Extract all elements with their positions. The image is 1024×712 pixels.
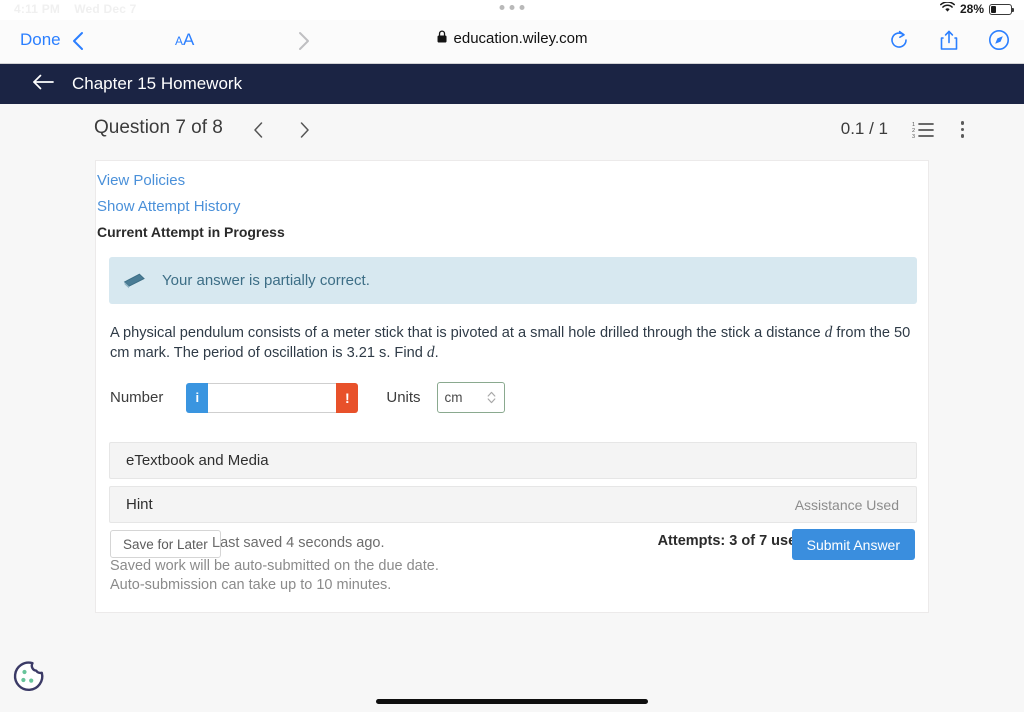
text-size-small-label: A xyxy=(175,34,184,48)
kebab-dot xyxy=(960,127,964,131)
alert-message: Your answer is partially correct. xyxy=(162,272,370,289)
next-question-icon[interactable] xyxy=(292,118,316,142)
question-text: A physical pendulum consists of a meter … xyxy=(110,323,915,363)
lock-icon xyxy=(437,30,448,47)
last-saved-label: Last saved 4 seconds ago. xyxy=(212,535,385,551)
submit-answer-button[interactable]: Submit Answer xyxy=(791,529,915,560)
kebab-menu-icon[interactable] xyxy=(955,119,971,140)
question-text-part3: . xyxy=(434,345,439,361)
auto-submission-note: Saved work will be auto-submitted on the… xyxy=(110,558,439,593)
units-select[interactable]: cm xyxy=(436,382,505,413)
save-for-later-button[interactable]: Save for Later xyxy=(110,530,221,558)
status-indicators: 28% xyxy=(940,1,1014,16)
question-variable-d: d xyxy=(426,344,435,361)
handle-dot xyxy=(509,5,515,10)
battery-percent: 28% xyxy=(959,2,984,16)
multitask-handle[interactable] xyxy=(499,5,525,10)
svg-text:3: 3 xyxy=(912,134,915,139)
panel-title: Hint xyxy=(126,496,153,513)
units-selected-value: cm xyxy=(444,390,463,405)
number-input-group: i ! xyxy=(186,382,359,413)
kebab-dot xyxy=(960,134,964,138)
number-label: Number xyxy=(110,389,164,406)
question-text-part1: A physical pendulum consists of a meter … xyxy=(110,325,825,341)
info-badge-icon[interactable]: i xyxy=(186,382,209,413)
eraser-icon xyxy=(122,272,148,289)
handle-dot xyxy=(499,5,505,10)
share-icon[interactable] xyxy=(938,29,960,56)
stepper-icon xyxy=(486,390,497,410)
error-badge-icon[interactable]: ! xyxy=(336,382,359,413)
question-toolbar: Question 7 of 8 0.1 / 1 1 2 3 xyxy=(0,104,1024,156)
answer-row: Number i ! Units cm xyxy=(110,382,505,413)
compass-icon[interactable] xyxy=(988,29,1010,56)
etextbook-and-media-panel[interactable]: eTextbook and Media xyxy=(109,442,917,479)
text-size-large-label: A xyxy=(183,30,195,49)
ios-status-bar: 4:11 PM Wed Dec 7 28% xyxy=(0,0,1024,20)
browser-actions xyxy=(888,29,1010,56)
assistance-used-label: Assistance Used xyxy=(794,496,899,513)
status-time-date: 4:11 PM Wed Dec 7 xyxy=(14,2,137,16)
question-card: View Policies Show Attempt History Curre… xyxy=(95,160,929,613)
app-header: Chapter 15 Homework xyxy=(0,64,1024,104)
question-score: 0.1 / 1 xyxy=(840,119,888,138)
browser-forward-icon xyxy=(290,28,316,54)
status-time: 4:11 PM xyxy=(14,2,61,16)
show-attempt-history-link[interactable]: Show Attempt History xyxy=(97,198,240,215)
ipad-safari-screen: 4:11 PM Wed Dec 7 28% Done AA education.… xyxy=(0,0,1024,712)
address-bar[interactable]: education.wiley.com xyxy=(437,30,588,47)
url-text: education.wiley.com xyxy=(453,30,588,47)
browser-back-icon[interactable] xyxy=(66,28,92,54)
question-counter: Question 7 of 8 xyxy=(94,117,223,138)
reload-icon[interactable] xyxy=(888,29,910,56)
app-back-icon[interactable] xyxy=(32,73,54,96)
number-input[interactable] xyxy=(208,382,337,413)
hint-panel[interactable]: Hint Assistance Used xyxy=(109,486,917,523)
attempt-status-label: Current Attempt in Progress xyxy=(97,224,285,240)
panel-title: eTextbook and Media xyxy=(126,452,269,469)
kebab-dot xyxy=(960,121,964,125)
attempts-label: Attempts: 3 of 7 used xyxy=(657,533,805,549)
previous-question-icon[interactable] xyxy=(247,118,271,142)
handle-dot xyxy=(519,5,525,10)
cookie-icon[interactable] xyxy=(11,659,46,699)
units-label: Units xyxy=(386,389,421,406)
home-indicator xyxy=(376,699,648,704)
battery-icon xyxy=(989,3,1014,15)
text-size-button[interactable]: AA xyxy=(175,31,194,49)
done-button[interactable]: Done xyxy=(20,30,61,50)
numbered-list-icon[interactable]: 1 2 3 xyxy=(912,121,934,144)
app-title: Chapter 15 Homework xyxy=(72,74,243,93)
wifi-icon xyxy=(940,1,955,16)
safari-toolbar: Done AA education.wiley.com xyxy=(0,20,1024,64)
partial-correct-alert: Your answer is partially correct. xyxy=(109,257,917,304)
view-policies-link[interactable]: View Policies xyxy=(97,172,185,189)
status-date: Wed Dec 7 xyxy=(74,2,137,16)
